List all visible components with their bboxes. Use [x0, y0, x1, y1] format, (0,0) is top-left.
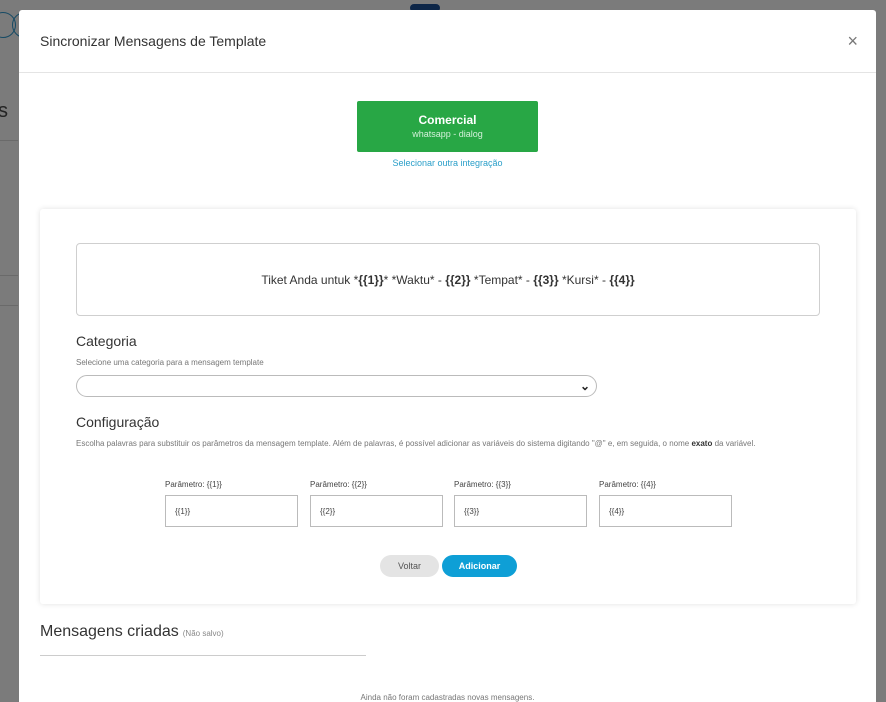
preview-segment: *Kursi* -	[558, 272, 610, 287]
chevron-down-icon: ⌄	[579, 379, 590, 393]
template-config-card: Tiket Anda untuk *{{1}}* *Waktu* - {{2}}…	[40, 209, 856, 604]
parameter-group: Parâmetro: {{2}}	[310, 480, 443, 527]
preview-param: {{3}}	[533, 272, 559, 287]
integration-card[interactable]: Comercial whatsapp - dialog	[357, 101, 538, 152]
created-messages-divider	[40, 655, 366, 656]
parameter-group: Parâmetro: {{1}}	[165, 480, 298, 527]
parameter-label: Parâmetro: {{4}}	[599, 480, 656, 489]
category-description: Selecione uma categoria para a mensagem …	[76, 358, 264, 367]
template-preview-text: Tiket Anda untuk *{{1}}* *Waktu* - {{2}}…	[261, 273, 634, 287]
parameter-input[interactable]	[165, 495, 298, 527]
parameter-label: Parâmetro: {{1}}	[165, 480, 222, 489]
preview-param: {{2}}	[445, 272, 471, 287]
configuration-description-text: Escolha palavras para substituir os parâ…	[76, 439, 692, 448]
category-title: Categoria	[76, 333, 137, 349]
parameter-input[interactable]	[454, 495, 587, 527]
integration-name: Comercial	[418, 113, 477, 127]
preview-param: {{4}}	[609, 272, 635, 287]
template-preview: Tiket Anda untuk *{{1}}* *Waktu* - {{2}}…	[76, 243, 820, 316]
select-other-integration-link[interactable]: Selecionar outra integração	[19, 158, 876, 168]
integration-subtitle: whatsapp - dialog	[412, 129, 483, 139]
parameter-label: Parâmetro: {{2}}	[310, 480, 367, 489]
preview-segment: * *Waktu* -	[383, 272, 446, 287]
preview-segment: Tiket Anda untuk *	[261, 272, 359, 287]
parameter-label: Parâmetro: {{3}}	[454, 480, 511, 489]
back-button[interactable]: Voltar	[380, 555, 439, 577]
sync-template-modal: Sincronizar Mensagens de Template × Come…	[19, 10, 876, 702]
modal-header: Sincronizar Mensagens de Template ×	[19, 10, 876, 73]
configuration-description-bold: exato	[691, 439, 713, 448]
preview-segment: *Tempat* -	[470, 272, 534, 287]
close-icon[interactable]: ×	[847, 32, 858, 50]
parameter-input[interactable]	[310, 495, 443, 527]
modal-title: Sincronizar Mensagens de Template	[40, 33, 267, 49]
parameter-group: Parâmetro: {{3}}	[454, 480, 587, 527]
add-button[interactable]: Adicionar	[442, 555, 517, 577]
configuration-title: Configuração	[76, 414, 160, 430]
integration-section: Comercial whatsapp - dialog Selecionar o…	[19, 101, 876, 168]
category-select[interactable]: ⌄	[76, 375, 597, 397]
created-messages-title: Mensagens criadas (Não salvo)	[40, 623, 224, 641]
configuration-description-text: da variável.	[712, 439, 756, 448]
parameter-input[interactable]	[599, 495, 732, 527]
created-messages-heading: Mensagens criadas	[40, 623, 179, 640]
not-saved-label: (Não salvo)	[182, 629, 224, 638]
empty-messages-text: Ainda não foram cadastradas novas mensag…	[360, 693, 535, 702]
parameter-group: Parâmetro: {{4}}	[599, 480, 732, 527]
preview-param: {{1}}	[358, 272, 384, 287]
configuration-description: Escolha palavras para substituir os parâ…	[76, 438, 826, 449]
